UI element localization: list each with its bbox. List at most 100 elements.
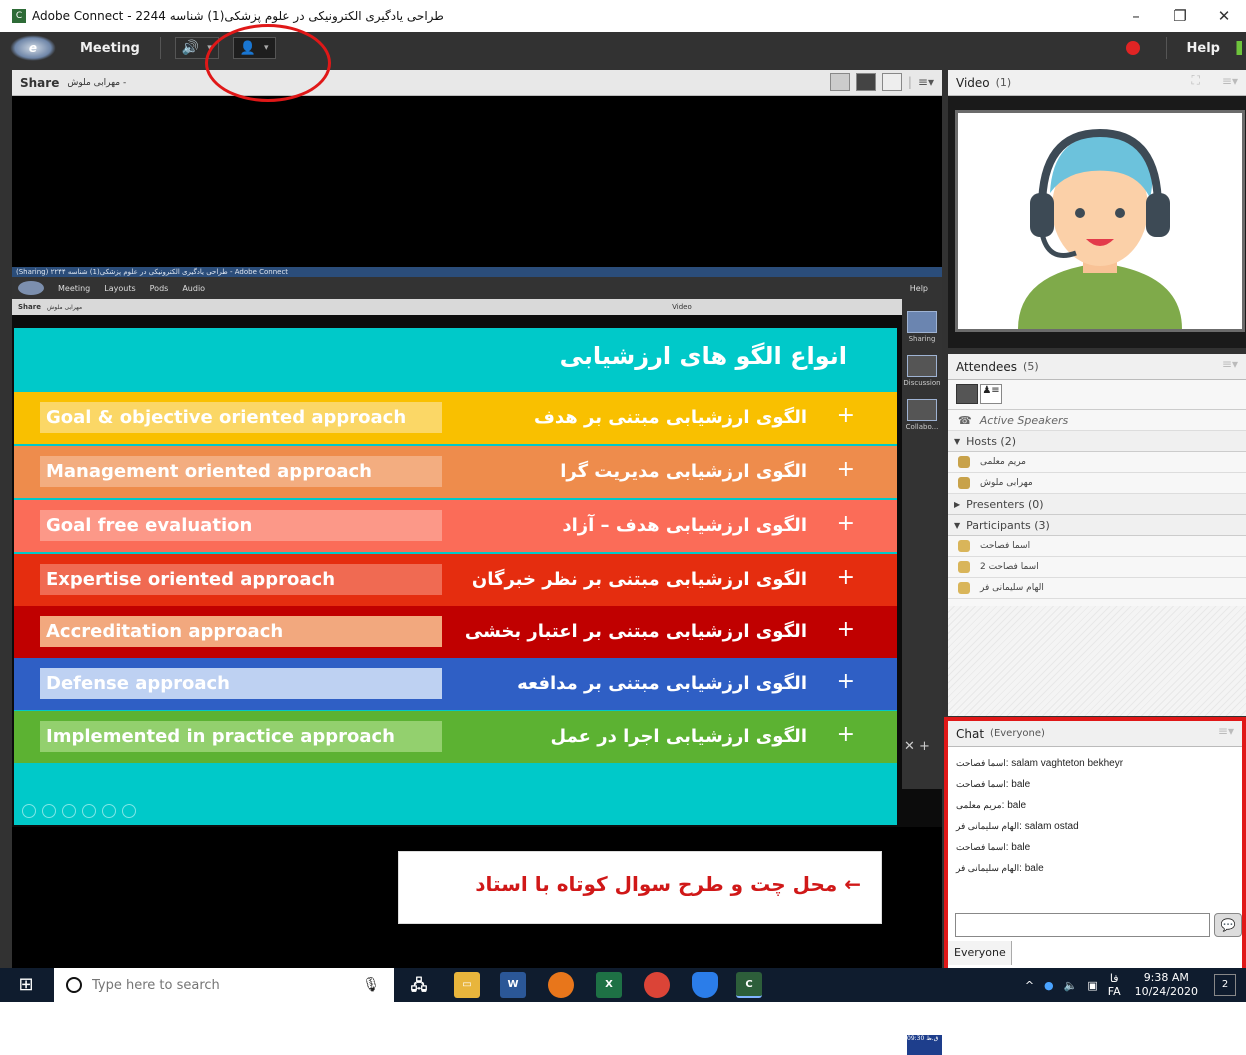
pod-options-icon[interactable]: ≡▾ xyxy=(1218,724,1234,738)
chat-sender: مریم معلمی xyxy=(956,800,1002,810)
list-view-icon[interactable] xyxy=(956,384,978,404)
phone-icon: ☎ xyxy=(958,413,972,427)
attendee-row[interactable]: مریم معلمی xyxy=(948,452,1246,473)
grid-icon[interactable] xyxy=(82,804,96,818)
chat-message: الهام سلیمانی فر: salam ostad xyxy=(948,816,1242,837)
actual-size-icon[interactable] xyxy=(855,73,876,91)
recording-indicator-icon[interactable] xyxy=(1125,41,1140,55)
chat-audience-tab[interactable]: Everyone xyxy=(948,941,1012,965)
attendee-row[interactable]: اسما فصاحت xyxy=(948,536,1246,557)
notification-count: 2 xyxy=(1221,979,1229,990)
caret-down-icon: ▼ xyxy=(954,520,961,530)
pod-options-icon[interactable]: ≡▾ xyxy=(1222,357,1238,371)
shield-icon[interactable] xyxy=(692,972,718,998)
tray-overflow-icon[interactable]: ^ xyxy=(1025,979,1034,992)
chat-sender: اسما فصاحت xyxy=(956,842,1006,852)
firefox-icon[interactable] xyxy=(548,972,574,998)
mic-icon[interactable]: 🎙 xyxy=(362,977,380,993)
slide-row-persian: الگوی ارزشیابی مبتنی بر نظر خبرگان xyxy=(471,569,807,590)
slide-row: Accreditation approach الگوی ارزشیابی مبت… xyxy=(14,606,897,658)
role-view-icon[interactable]: ♟≡ xyxy=(980,384,1002,404)
file-explorer-icon[interactable]: ▭ xyxy=(454,972,480,998)
inner-video-label: Video xyxy=(672,303,692,311)
fullscreen-icon[interactable]: ⛶ xyxy=(1192,73,1200,88)
chat-message: مریم معلمی: bale xyxy=(948,795,1242,816)
presentation-slide: انواع الگو های ارزشیابی Goal & objective… xyxy=(14,328,897,825)
divider xyxy=(1165,37,1167,59)
windows-start-icon[interactable]: ⊞ xyxy=(0,968,52,1002)
attendee-name: اسما فصاحت xyxy=(980,541,1031,551)
participants-section[interactable]: ▼ Participants (3) xyxy=(948,515,1246,536)
plus-icon: + xyxy=(836,403,855,428)
active-speakers-label: Active Speakers xyxy=(979,413,1069,427)
callout-text: ← محل چت و طرح سوال کوتاه با استاد xyxy=(475,872,861,896)
chat-input[interactable] xyxy=(955,913,1210,937)
annotation-circle xyxy=(205,24,331,102)
pencil-icon[interactable] xyxy=(62,804,76,818)
attendees-view-toggle: ♟≡ xyxy=(948,380,1246,410)
chrome-icon[interactable] xyxy=(644,972,670,998)
close-button[interactable]: ✕ xyxy=(1202,0,1246,32)
zoom-icon[interactable] xyxy=(102,804,116,818)
presenter-name: مهرابی ملوش - xyxy=(67,77,127,88)
excel-icon[interactable]: X xyxy=(596,972,622,998)
help-menu[interactable]: Help xyxy=(1187,41,1220,56)
network-status-icon[interactable]: ● xyxy=(1044,979,1054,992)
pod-options-icon[interactable]: ≡▾ xyxy=(918,75,934,89)
annotation-callout: ← محل چت و طرح سوال کوتاه با استاد xyxy=(398,851,882,924)
notification-icon[interactable]: 2 xyxy=(1214,974,1236,996)
send-message-button[interactable]: 💬 xyxy=(1214,913,1242,937)
attendee-row[interactable]: مهرابی ملوش xyxy=(948,473,1246,494)
lang-indicator[interactable]: FA xyxy=(1108,985,1121,998)
inner-menu-pods: Pods xyxy=(149,283,169,293)
slide-row-persian: الگوی ارزشیابی مدیریت گرا xyxy=(560,461,807,482)
attendee-name: الهام سلیمانی فر xyxy=(980,583,1044,593)
presenters-label: Presenters (0) xyxy=(966,497,1044,511)
network-icon[interactable]: 🖧 xyxy=(406,972,432,998)
chat-messages: اسما فصاحت: salam vaghteton bekheyr اسما … xyxy=(948,747,1242,879)
volume-icon[interactable]: 🔈 xyxy=(1064,979,1078,992)
presenters-section[interactable]: ▶ Presenters (0) xyxy=(948,494,1246,515)
divider: | xyxy=(907,75,912,89)
inner-menu-layouts: Layouts xyxy=(104,283,136,293)
clock[interactable]: 9:38 AM 10/24/2020 xyxy=(1135,971,1198,999)
prev-slide-icon[interactable] xyxy=(22,804,36,818)
word-icon[interactable]: W xyxy=(500,972,526,998)
attendee-row[interactable]: الهام سلیمانی فر xyxy=(948,578,1246,599)
user-avatar-illustration xyxy=(958,113,1242,329)
slide-row-english: Goal free evaluation xyxy=(40,510,442,541)
adobe-connect-icon[interactable]: C xyxy=(736,972,762,998)
slide-row-persian: الگوی ارزشیابی هدف – آزاد xyxy=(562,515,807,536)
restore-button[interactable]: ❐ xyxy=(1158,0,1202,32)
more-icon[interactable] xyxy=(122,804,136,818)
meeting-menu[interactable]: Meeting xyxy=(80,41,140,56)
fullscreen-icon[interactable] xyxy=(881,73,902,91)
attendee-name: اسما فصاحت 2 xyxy=(980,562,1039,572)
menu-bar: e Meeting 🔊 ▾ 👤 ▾ Help xyxy=(0,32,1246,64)
inner-menu-bar: Meeting Layouts Pods Audio Help xyxy=(12,277,942,299)
layout-collab-label: Collabo... xyxy=(905,423,939,431)
chat-message: اسما فصاحت: bale xyxy=(948,774,1242,795)
layout-discussion-icon xyxy=(907,355,937,377)
chat-pod-header: Chat (Everyone) ≡▾ xyxy=(948,721,1242,747)
search-input[interactable] xyxy=(92,977,352,993)
chat-sender: الهام سلیمانی فر xyxy=(956,863,1020,873)
taskbar-search[interactable]: 🎙 xyxy=(54,968,394,1002)
share-pod-title: Share xyxy=(20,75,60,90)
clock-date: 10/24/2020 xyxy=(1134,985,1198,998)
fit-width-icon[interactable] xyxy=(829,73,850,91)
minimize-button[interactable]: – xyxy=(1114,0,1158,32)
attendee-row[interactable]: اسما فصاحت 2 xyxy=(948,557,1246,578)
speech-bubble-icon: 💬 xyxy=(1220,918,1236,932)
inner-layouts-bar: Sharing Discussion Collabo... ✕ + xyxy=(902,299,942,789)
hosts-section[interactable]: ▼ Hosts (2) xyxy=(948,431,1246,452)
next-slide-icon[interactable] xyxy=(42,804,56,818)
display-icon[interactable]: ▣ xyxy=(1087,979,1097,992)
connect-logo-icon: e xyxy=(10,35,56,61)
layout-collab-icon xyxy=(907,399,937,421)
speaker-icon: 🔊 xyxy=(181,40,200,56)
attendee-name: مریم معلمی xyxy=(980,457,1026,467)
slide-row-english: Expertise oriented approach xyxy=(40,564,442,595)
inner-share-label: Share xyxy=(18,303,41,311)
pod-options-icon[interactable]: ≡▾ xyxy=(1222,74,1238,88)
